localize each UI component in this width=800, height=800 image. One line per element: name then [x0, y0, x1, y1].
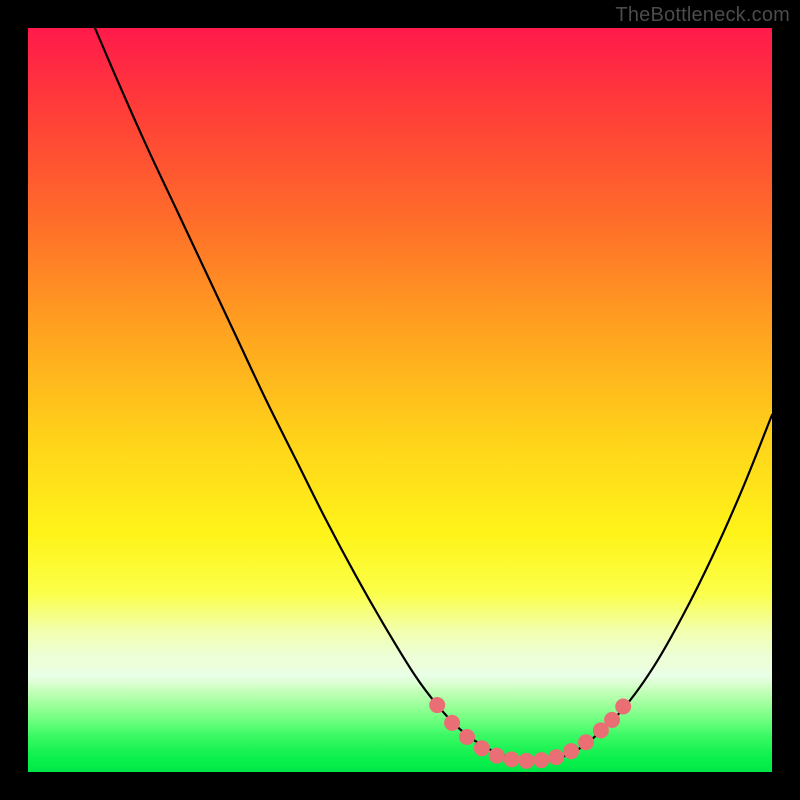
plot-area — [28, 28, 772, 772]
valley-markers — [429, 697, 631, 769]
valley-marker — [548, 749, 564, 765]
valley-marker — [578, 734, 594, 750]
valley-marker — [444, 715, 460, 731]
curve-layer — [28, 28, 772, 772]
valley-marker — [504, 751, 520, 767]
valley-marker — [489, 748, 505, 764]
valley-marker — [615, 699, 631, 715]
valley-marker — [533, 752, 549, 768]
valley-marker — [474, 740, 490, 756]
valley-marker — [563, 743, 579, 759]
valley-marker — [459, 729, 475, 745]
chart-stage: TheBottleneck.com — [0, 0, 800, 800]
valley-marker — [429, 697, 445, 713]
valley-marker — [604, 712, 620, 728]
valley-marker — [518, 753, 534, 769]
watermark-text: TheBottleneck.com — [615, 4, 790, 27]
bottleneck-curve — [95, 28, 772, 761]
